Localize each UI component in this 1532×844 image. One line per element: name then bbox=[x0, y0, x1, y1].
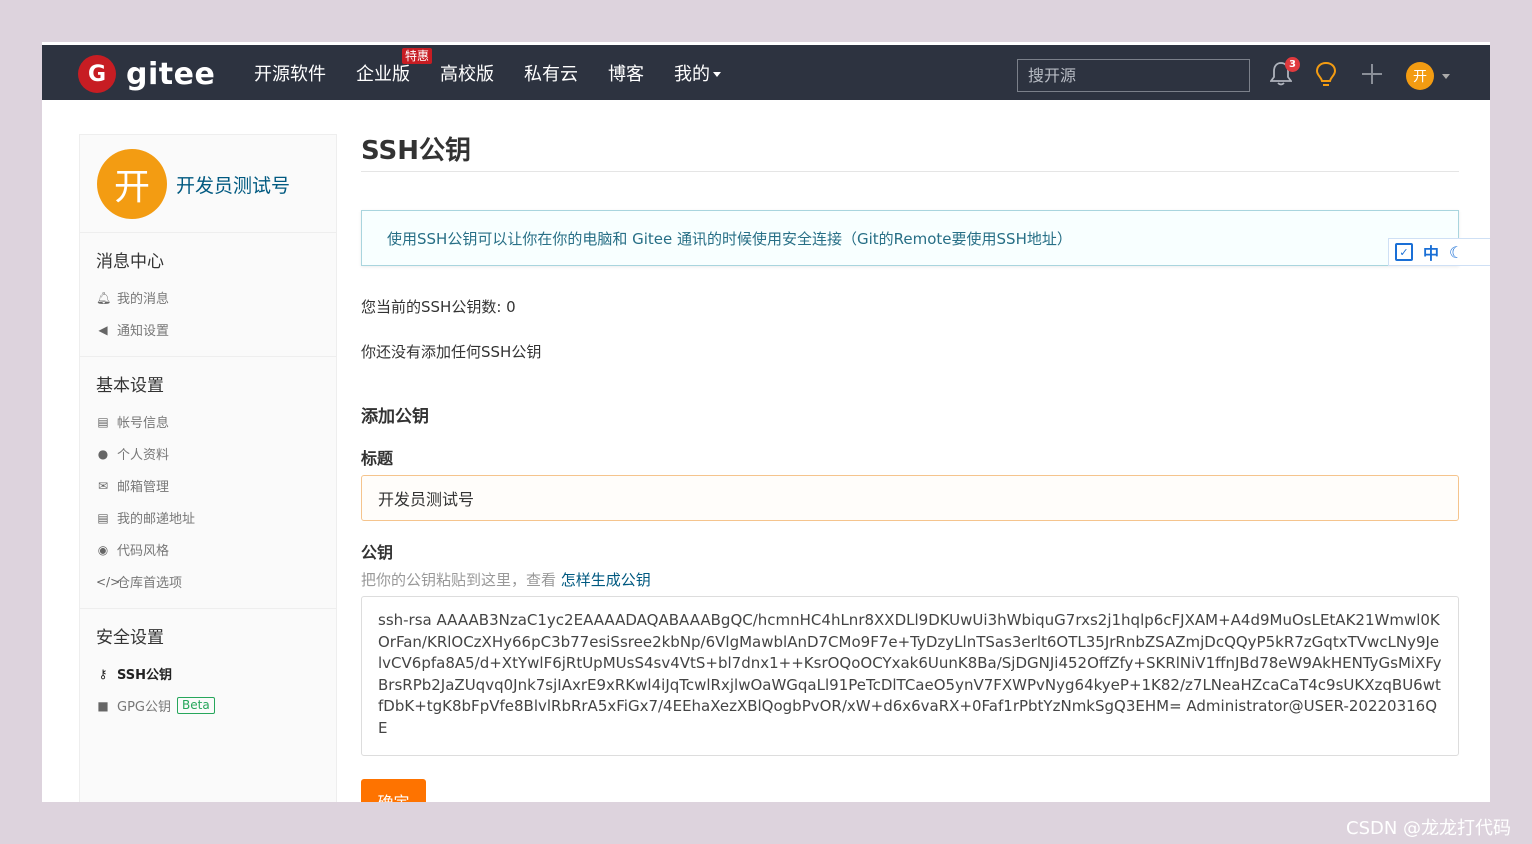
sidebar-item-label: 仓库首选项 bbox=[117, 576, 183, 591]
info-message: 使用SSH公钥可以让你在你的电脑和 Gitee 通讯的时候使用安全连接（Git的… bbox=[361, 210, 1459, 266]
volume-icon: ◀︎ bbox=[98, 322, 108, 337]
empty-state-text: 你还没有添加任何SSH公钥 bbox=[361, 343, 542, 361]
gitee-logo[interactable]: G gitee bbox=[78, 55, 215, 93]
settings-sidebar: 开 开发员测试号 消息中心 🔔︎ 我的消息 ◀︎ 通知设置 基本设置 ▤ 帐号信… bbox=[79, 134, 337, 802]
sidebar-section-basic: 基本设置 ▤ 帐号信息 ● 个人资料 ✉︎ 邮箱管理 ▤ 我的邮递地址 ◉ 代码… bbox=[80, 357, 336, 609]
browser-window: G gitee 开源软件 企业版 特惠 高校版 私有云 博客 我的 3 bbox=[42, 42, 1490, 802]
sidebar-heading: 安全设置 bbox=[96, 628, 164, 648]
id-card-icon: ▤ bbox=[97, 414, 109, 429]
search-input[interactable] bbox=[1017, 59, 1250, 92]
bell-icon: 🔔︎ bbox=[96, 290, 112, 305]
palette-icon: ◉ bbox=[97, 542, 109, 557]
lock-icon: ■ bbox=[97, 698, 109, 713]
sidebar-item-label: SSH公钥 bbox=[117, 668, 173, 683]
key-hint: 把你的公钥粘贴到这里，查看 怎样生成公钥 bbox=[361, 569, 1459, 590]
ime-language-toggle[interactable]: 中 bbox=[1423, 240, 1439, 264]
sidebar-item-label: 邮箱管理 bbox=[117, 480, 170, 495]
sidebar-item-label: 帐号信息 bbox=[117, 416, 170, 431]
nav-item-blog[interactable]: 博客 bbox=[608, 60, 644, 86]
lightbulb-icon[interactable] bbox=[1315, 61, 1337, 89]
nav-item-label: 我的 bbox=[674, 63, 710, 85]
key-icon: ⚷ bbox=[98, 666, 108, 681]
sidebar-item-label: 我的消息 bbox=[117, 292, 170, 307]
public-key-textarea[interactable]: ssh-rsa AAAAB3NzaC1yc2EAAAADAQABAAABgQC/… bbox=[361, 596, 1459, 756]
nav-item-mine[interactable]: 我的 bbox=[674, 60, 721, 86]
plus-icon[interactable] bbox=[1360, 61, 1384, 87]
add-key-heading: 添加公钥 bbox=[361, 407, 429, 427]
moon-icon[interactable]: ☾ bbox=[1449, 243, 1463, 262]
sidebar-item-label: GPG公钥 bbox=[117, 700, 171, 715]
envelope-icon: ✉︎ bbox=[97, 478, 109, 493]
sidebar-item-repo-preferences[interactable]: </> 仓库首选项 bbox=[80, 561, 336, 602]
gitee-logo-icon: G bbox=[78, 55, 116, 93]
nav-item-private-cloud[interactable]: 私有云 bbox=[524, 60, 578, 86]
nav-item-enterprise[interactable]: 企业版 特惠 bbox=[356, 47, 433, 86]
nav-item-university[interactable]: 高校版 bbox=[440, 60, 494, 86]
sidebar-item-gpg-keys[interactable]: ■ GPG公钥 Beta bbox=[80, 685, 336, 726]
main-content: SSH公钥 使用SSH公钥可以让你在你的电脑和 Gitee 通讯的时候使用安全连… bbox=[361, 130, 1459, 802]
sidebar-item-label: 通知设置 bbox=[117, 324, 170, 339]
profile-card: 开 开发员测试号 bbox=[80, 135, 336, 233]
key-hint-text: 把你的公钥粘贴到这里，查看 bbox=[361, 571, 561, 589]
nav-menu: 开源软件 企业版 特惠 高校版 私有云 博客 我的 bbox=[254, 45, 751, 100]
sidebar-item-label: 个人资料 bbox=[117, 448, 170, 463]
sidebar-item-label: 代码风格 bbox=[117, 544, 170, 559]
beta-badge: Beta bbox=[177, 697, 215, 714]
sidebar-section-security: 安全设置 ⚷ SSH公钥 ■ GPG公钥 Beta bbox=[80, 609, 336, 732]
sidebar-section-messages: 消息中心 🔔︎ 我的消息 ◀︎ 通知设置 bbox=[80, 233, 336, 357]
ime-toolbar[interactable]: ✓ 中 ☾ bbox=[1388, 238, 1490, 266]
gitee-logo-text: gitee bbox=[126, 56, 216, 92]
page-title: SSH公钥 bbox=[361, 130, 1459, 172]
how-to-generate-link[interactable]: 怎样生成公钥 bbox=[561, 571, 651, 589]
chevron-down-icon[interactable] bbox=[1442, 74, 1450, 79]
avatar[interactable]: 开 bbox=[97, 149, 167, 219]
code-icon: </> bbox=[96, 574, 121, 589]
sidebar-heading: 基本设置 bbox=[96, 376, 164, 396]
address-card-icon: ▤ bbox=[97, 510, 109, 525]
nav-item-label: 企业版 bbox=[356, 63, 410, 85]
notification-count-badge: 3 bbox=[1285, 57, 1300, 72]
user-avatar[interactable]: 开 bbox=[1406, 62, 1434, 90]
sidebar-item-label: 我的邮递地址 bbox=[117, 512, 196, 527]
checkbox-icon[interactable]: ✓ bbox=[1395, 243, 1413, 261]
top-navbar: G gitee 开源软件 企业版 特惠 高校版 私有云 博客 我的 3 bbox=[42, 45, 1490, 100]
key-label: 公钥 bbox=[361, 543, 394, 562]
confirm-button[interactable]: 确定 bbox=[361, 779, 426, 802]
title-input[interactable] bbox=[361, 475, 1459, 521]
promo-badge: 特惠 bbox=[402, 47, 433, 64]
watermark: CSDN @龙龙打代码 bbox=[1346, 818, 1512, 839]
sidebar-heading: 消息中心 bbox=[96, 252, 164, 272]
user-icon: ● bbox=[97, 446, 109, 461]
key-count-text: 您当前的SSH公钥数: 0 bbox=[361, 298, 516, 316]
chevron-down-icon bbox=[713, 72, 721, 77]
title-label: 标题 bbox=[361, 449, 394, 468]
username-link[interactable]: 开发员测试号 bbox=[176, 171, 290, 198]
nav-item-open-source[interactable]: 开源软件 bbox=[254, 60, 326, 86]
sidebar-item-notification-settings[interactable]: ◀︎ 通知设置 bbox=[80, 309, 336, 350]
